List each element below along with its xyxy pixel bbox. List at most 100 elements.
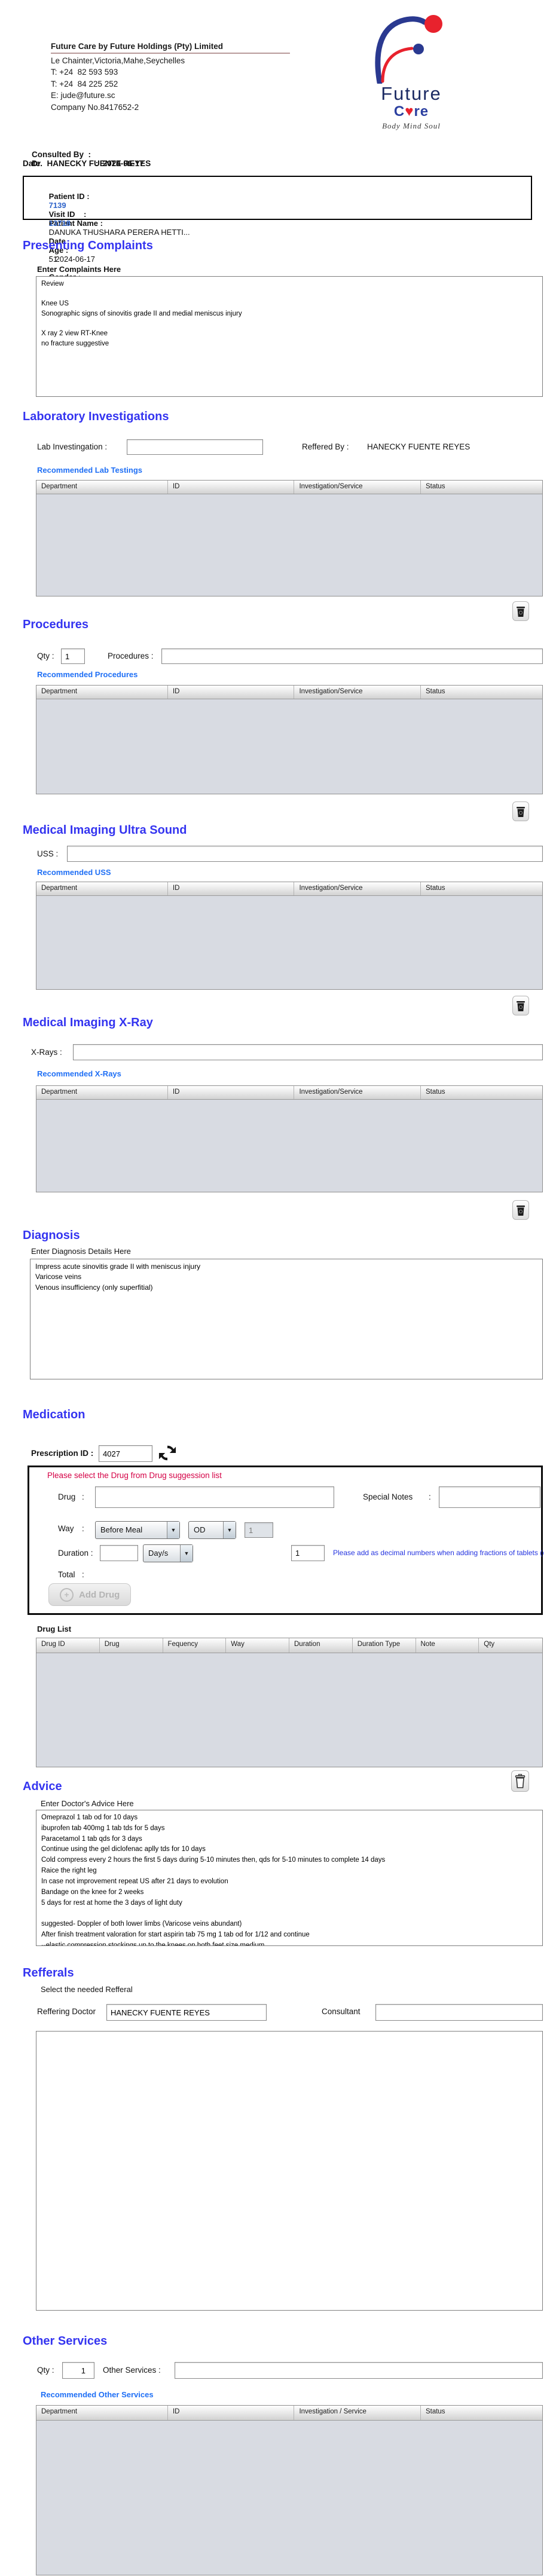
logo-care-text: C♥re xyxy=(352,103,471,120)
prescription-id-input[interactable] xyxy=(99,1445,152,1462)
trash-icon xyxy=(517,1001,525,1011)
column-header: Status xyxy=(425,688,445,695)
column-header: Department xyxy=(36,2406,168,2420)
procedures-qty-input[interactable] xyxy=(61,648,85,664)
other-table-body[interactable] xyxy=(36,2421,542,2575)
patient-info-box: Patient ID : 7139 Patient Name : DANUKA … xyxy=(23,176,532,290)
procedures-field-label: Procedures : xyxy=(108,651,154,660)
column-header: Investigation/Service xyxy=(294,882,421,895)
other-qty-label: Qty : xyxy=(37,2366,54,2375)
way-colon: : xyxy=(82,1524,84,1533)
complaints-textarea[interactable] xyxy=(36,276,543,397)
total-colon: : xyxy=(82,1570,84,1579)
uss-field-label: USS : xyxy=(37,849,59,858)
column-header: Duration xyxy=(289,1638,353,1653)
chevron-down-icon: ▼ xyxy=(167,1522,179,1538)
drug-colon: : xyxy=(82,1492,84,1501)
consultant-input[interactable] xyxy=(375,2004,543,2021)
way-qty-input[interactable] xyxy=(245,1522,273,1538)
delete-lab-button[interactable] xyxy=(512,601,529,621)
company-email: E: jude@future.sc xyxy=(51,91,115,100)
company-phone1: T: +24 82 593 593 xyxy=(51,68,118,77)
other-qty-input[interactable] xyxy=(62,2362,94,2379)
visit-id-label: Visit ID : xyxy=(48,210,87,219)
column-header: Department xyxy=(36,882,168,895)
fraction-helper-text: Please add as decimal numbers when addin… xyxy=(333,1549,543,1557)
column-header: Qty xyxy=(484,1641,495,1648)
diagnosis-title: Diagnosis xyxy=(23,1229,80,1242)
company-address: Le Chainter,Victoria,Mahe,Seychelles xyxy=(51,56,185,65)
referred-by-value: HANECKY FUENTE REYES xyxy=(367,442,471,451)
futurecare-logo-mark xyxy=(375,15,442,85)
xray-input[interactable] xyxy=(73,1044,543,1060)
dose-input[interactable] xyxy=(291,1545,325,1561)
duration-type-select[interactable]: Day/s ▼ xyxy=(143,1544,193,1562)
visit-date-value: : 2024-06-17 xyxy=(48,255,96,264)
xray-title: Medical Imaging X-Ray xyxy=(23,1016,153,1029)
drug-input[interactable] xyxy=(95,1486,334,1508)
complaints-subtitle: Enter Complaints Here xyxy=(37,265,121,274)
date-label: Date xyxy=(23,159,41,168)
meal-time-select[interactable]: Before Meal ▼ xyxy=(95,1521,180,1539)
logo-tagline: Body Mind Soul xyxy=(382,121,441,130)
duration-label: Duration : xyxy=(58,1549,93,1558)
uss-table-header: Department ID Investigation/Service Stat… xyxy=(36,882,542,896)
frequency-select[interactable]: OD ▼ xyxy=(188,1521,236,1539)
advice-title: Advice xyxy=(23,1780,62,1793)
drug-label: Drug xyxy=(58,1492,76,1501)
trash-icon xyxy=(517,1205,525,1216)
presenting-complaints-title: Presenting Complaints xyxy=(23,239,153,252)
refferals-list-box[interactable] xyxy=(36,2031,543,2311)
xray-table: Department ID Investigation/Service Stat… xyxy=(36,1085,543,1192)
xray-table-body[interactable] xyxy=(36,1100,542,1192)
logo-care-rest: re xyxy=(414,103,429,120)
column-header: Way xyxy=(226,1638,289,1653)
referring-doctor-input[interactable] xyxy=(106,2004,267,2021)
company-number: Company No.8417652-2 xyxy=(51,102,139,112)
procedures-input[interactable] xyxy=(161,648,543,664)
recommended-other-link: Recommended Other Services xyxy=(41,2390,154,2399)
duration-input[interactable] xyxy=(100,1545,138,1561)
consulted-by-label: Consulted By : xyxy=(32,150,91,159)
lab-table-body[interactable] xyxy=(36,494,542,596)
recommended-lab-link: Recommended Lab Testings xyxy=(37,466,143,475)
diagnosis-textarea[interactable] xyxy=(30,1259,543,1379)
column-header: Duration Type xyxy=(353,1638,416,1653)
add-drug-button[interactable]: + Add Drug xyxy=(48,1583,132,1606)
delete-uss-button[interactable] xyxy=(512,996,529,1015)
special-notes-label: Special Notes xyxy=(363,1492,413,1501)
advice-textarea[interactable] xyxy=(36,1810,543,1946)
delete-xray-button[interactable] xyxy=(512,1200,529,1220)
recommended-procedures-link: Recommended Procedures xyxy=(37,670,138,679)
drug-list-body[interactable] xyxy=(36,1653,542,1767)
drug-list-title: Drug List xyxy=(37,1624,72,1633)
drug-warning-text: Please select the Drug from Drug suggess… xyxy=(47,1471,222,1480)
refresh-icon xyxy=(158,1445,176,1461)
uss-title: Medical Imaging Ultra Sound xyxy=(23,824,187,837)
recommended-xray-link: Recommended X-Rays xyxy=(37,1069,121,1078)
delete-procedures-button[interactable] xyxy=(512,801,529,821)
patient-row-2: Visit ID : 13718 Date : 2024-06-17 xyxy=(36,201,95,273)
column-header: Investigation / Service xyxy=(294,2406,421,2420)
visit-id-value: 13718 xyxy=(48,219,71,228)
column-header: Status xyxy=(425,885,445,892)
other-services-input[interactable] xyxy=(175,2362,543,2379)
column-header: Drug ID xyxy=(36,1638,100,1653)
other-table-header: Department ID Investigation / Service St… xyxy=(36,2406,542,2421)
lab-title: Laboratory Investigations xyxy=(23,410,169,423)
other-services-table: Department ID Investigation / Service St… xyxy=(36,2405,543,2575)
procedures-title: Procedures xyxy=(23,618,89,631)
special-notes-input[interactable] xyxy=(439,1486,540,1508)
futurecare-logo: Future C♥re Body Mind Soul xyxy=(352,13,471,131)
procedures-table-header: Department ID Investigation/Service Stat… xyxy=(36,686,542,699)
refresh-prescription-button[interactable] xyxy=(158,1444,177,1463)
chevron-down-icon: ▼ xyxy=(180,1545,193,1562)
logo-future-text: Future xyxy=(381,83,442,104)
procedures-table-body[interactable] xyxy=(36,699,542,794)
xray-table-header: Department ID Investigation/Service Stat… xyxy=(36,1086,542,1100)
uss-table-body[interactable] xyxy=(36,896,542,989)
lab-table-header: Department ID Investigation/Service Stat… xyxy=(36,481,542,494)
uss-input[interactable] xyxy=(67,846,543,862)
delete-advice-button[interactable] xyxy=(511,1770,529,1792)
lab-investigation-input[interactable] xyxy=(127,439,263,455)
